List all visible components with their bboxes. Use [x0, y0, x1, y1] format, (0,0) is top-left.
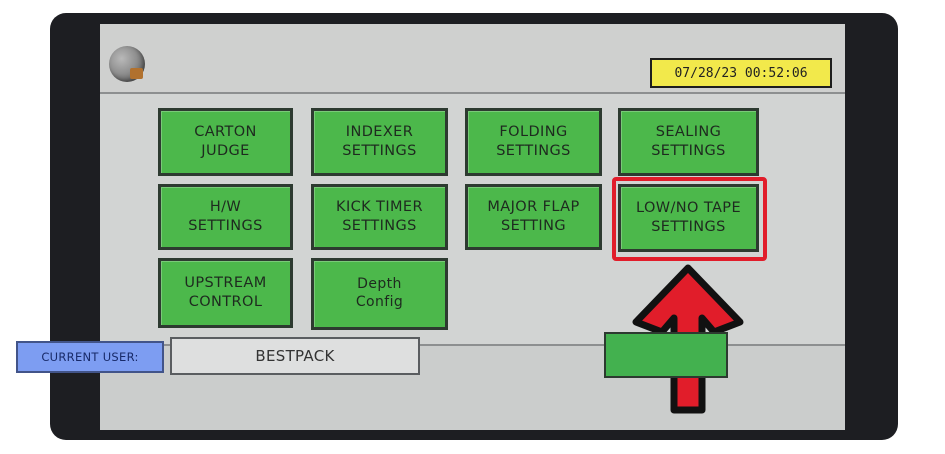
status-indicator[interactable] [604, 332, 728, 378]
upstream-control-label: UPSTREAM CONTROL [184, 275, 267, 310]
kick-timer-settings-label: KICK TIMER SETTINGS [336, 199, 423, 234]
current-user-label: CURRENT USER: [16, 341, 164, 373]
indexer-settings-button[interactable]: INDEXER SETTINGS [311, 108, 448, 176]
carton-judge-label: CARTON JUDGE [194, 124, 257, 159]
indexer-settings-label: INDEXER SETTINGS [342, 124, 417, 159]
logo-icon[interactable] [109, 46, 145, 82]
hw-settings-button[interactable]: H/W SETTINGS [158, 184, 293, 250]
folding-settings-button[interactable]: FOLDING SETTINGS [465, 108, 602, 176]
folding-settings-label: FOLDING SETTINGS [496, 124, 571, 159]
upstream-control-button[interactable]: UPSTREAM CONTROL [158, 258, 293, 328]
sealing-settings-button[interactable]: SEALING SETTINGS [618, 108, 759, 176]
current-user-field[interactable]: BESTPACK [170, 337, 420, 375]
hw-settings-label: H/W SETTINGS [188, 199, 263, 234]
major-flap-setting-label: MAJOR FLAP SETTING [487, 199, 580, 234]
highlight-box [612, 177, 767, 261]
depth-config-button[interactable]: Depth Config [311, 258, 448, 330]
top-bar: 07/28/23 00:52:06 [100, 24, 845, 94]
datetime-display: 07/28/23 00:52:06 [650, 58, 832, 88]
kick-timer-settings-button[interactable]: KICK TIMER SETTINGS [311, 184, 448, 250]
carton-judge-button[interactable]: CARTON JUDGE [158, 108, 293, 176]
major-flap-setting-button[interactable]: MAJOR FLAP SETTING [465, 184, 602, 250]
depth-config-label: Depth Config [355, 276, 404, 310]
sealing-settings-label: SEALING SETTINGS [651, 124, 726, 159]
